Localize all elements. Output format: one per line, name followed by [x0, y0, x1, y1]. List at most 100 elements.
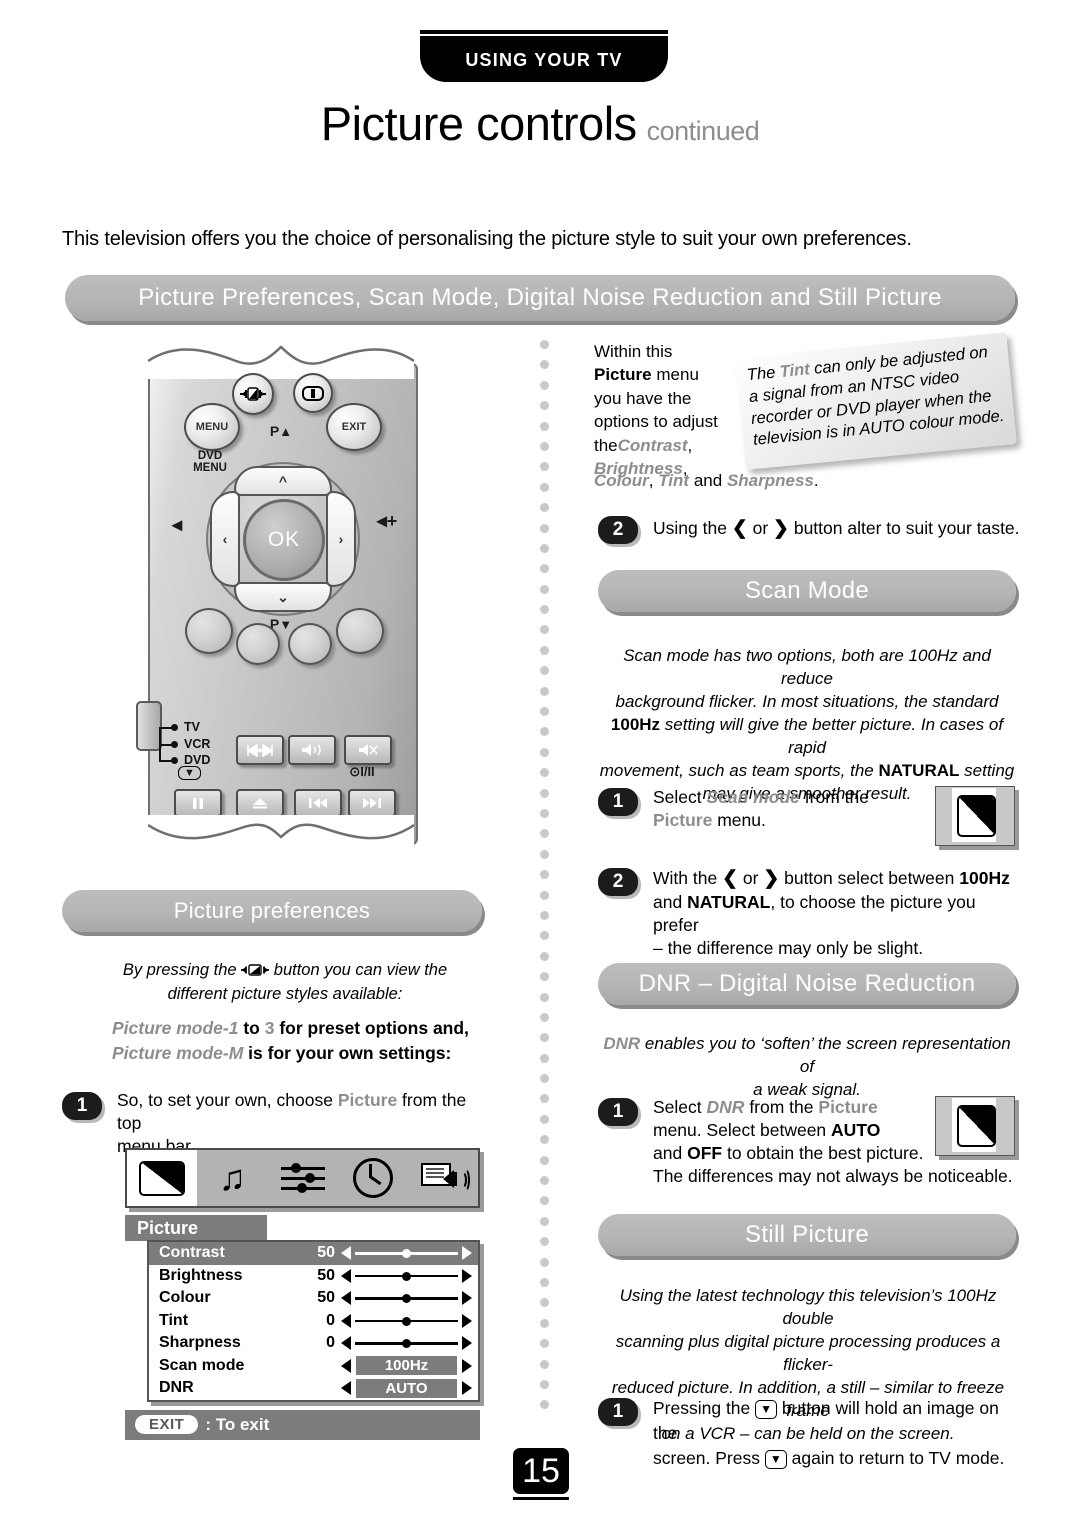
dpad-right[interactable]: ›	[326, 491, 356, 587]
previous-track-button[interactable]	[294, 789, 342, 817]
increase-arrow-icon[interactable]	[462, 1268, 472, 1283]
dpad-up[interactable]: ^	[234, 466, 332, 496]
step-badge-2-top: 2	[598, 516, 638, 544]
osd-row-colour[interactable]: Colour 50	[149, 1287, 478, 1310]
osd-control-tint[interactable]	[335, 1313, 472, 1328]
left-arrow-icon: ❮	[722, 868, 738, 889]
picture-mode-inline-icon	[241, 962, 270, 984]
increase-arrow-icon[interactable]	[462, 1336, 472, 1351]
round-button-3[interactable]	[288, 623, 332, 665]
within-contrast-word: Contrast	[617, 435, 688, 455]
osd-icon-feature[interactable]	[267, 1150, 337, 1206]
osd-exit-button[interactable]: EXIT	[135, 1415, 199, 1434]
osd-control-brightness[interactable]	[335, 1268, 472, 1283]
dnr-step1-fromthe: from the	[749, 1097, 814, 1117]
tint-slider[interactable]	[355, 1314, 458, 1328]
osd-icon-subtitle[interactable]	[408, 1150, 478, 1206]
osd-exit-label: : To exit	[205, 1414, 270, 1434]
scan-step2-and: and	[653, 892, 683, 913]
mode-dot-vcr	[171, 741, 178, 748]
within-picture-menu-text-last: Colour, Tint and Sharpness.	[594, 471, 819, 490]
osd-control-colour[interactable]	[335, 1291, 472, 1306]
osd-label-tint: Tint	[159, 1311, 189, 1329]
next-track-button[interactable]	[348, 789, 396, 817]
osd-icon-clock[interactable]	[338, 1150, 408, 1206]
menu-button-label: MENU	[195, 421, 229, 433]
eject-icon	[253, 798, 267, 809]
dpad-left[interactable]: ‹	[210, 491, 240, 587]
menu-button[interactable]: MENU	[184, 403, 240, 451]
osd-label-contrast: Contrast	[159, 1244, 225, 1262]
dnr-option[interactable]: AUTO	[356, 1378, 457, 1398]
osd-exit-bar: EXIT : To exit	[125, 1409, 480, 1440]
within-sharpness-word: Sharpness	[726, 471, 814, 490]
volume-up-icon: ◂+	[376, 510, 398, 532]
intro-paragraph: This television offers you the choice of…	[62, 228, 912, 250]
scan-step1-picture-word: Picture	[653, 810, 713, 831]
ok-button-label: OK	[267, 528, 301, 551]
tab-rule-top	[420, 30, 668, 34]
mode-line-tv	[159, 727, 161, 745]
mode-dot-tv	[171, 724, 178, 731]
increase-arrow-icon[interactable]	[462, 1381, 472, 1396]
eject-button[interactable]	[236, 789, 284, 817]
osd-label-sharpness: Sharpness	[159, 1334, 241, 1352]
decrease-arrow-icon[interactable]	[341, 1336, 351, 1351]
increase-arrow-icon[interactable]	[462, 1313, 472, 1328]
tint-callout-text: The Tint can only be adjusted on a signa…	[746, 341, 1009, 452]
screen-format-button[interactable]	[293, 373, 333, 413]
program-up-label: P▲	[269, 423, 293, 439]
scan-mode-option[interactable]: 100Hz	[356, 1356, 457, 1376]
decrease-arrow-icon[interactable]	[341, 1358, 351, 1373]
osd-row-tint[interactable]: Tint 0	[149, 1310, 478, 1333]
decrease-arrow-icon[interactable]	[341, 1268, 351, 1283]
exit-button[interactable]: EXIT	[326, 403, 382, 451]
scan-step2-or: or	[742, 868, 759, 888]
osd-row-sharpness[interactable]: Sharpness 0	[149, 1332, 478, 1355]
step-badge-1-still-number: 1	[612, 1401, 624, 1422]
decrease-arrow-icon[interactable]	[341, 1313, 351, 1328]
still-step1-press: screen. Press	[653, 1447, 760, 1468]
picture-mode-button[interactable]	[232, 373, 274, 415]
osd-row-brightness[interactable]: Brightness 50	[149, 1265, 478, 1288]
osd-control-scan-mode[interactable]: 100Hz	[335, 1356, 472, 1376]
osd-row-contrast[interactable]: Contrast 50	[149, 1242, 478, 1265]
play-pause-button[interactable]	[236, 735, 284, 765]
brightness-slider[interactable]	[355, 1269, 458, 1283]
prefs-note-text-b: button you can view the	[273, 961, 448, 979]
increase-arrow-icon[interactable]	[462, 1246, 472, 1261]
decrease-arrow-icon[interactable]	[341, 1291, 351, 1306]
osd-row-dnr[interactable]: DNR AUTO	[149, 1377, 478, 1400]
dnr-step1-and: and	[653, 1143, 683, 1164]
increase-arrow-icon[interactable]	[462, 1291, 472, 1306]
dpad-down[interactable]: ⌄	[234, 582, 332, 612]
round-button-1[interactable]	[185, 608, 233, 654]
osd-icon-sound[interactable]: ♫	[197, 1150, 267, 1206]
colour-slider[interactable]	[355, 1291, 458, 1305]
sharpness-slider[interactable]	[355, 1336, 458, 1350]
decrease-arrow-icon[interactable]	[341, 1246, 351, 1261]
round-button-2[interactable]	[236, 623, 280, 665]
within-tint-word: Tint	[658, 471, 690, 490]
mute-button[interactable]	[344, 735, 392, 765]
tint-callout-note: The Tint can only be adjusted on a signa…	[735, 332, 1017, 470]
sound-effect-button[interactable]	[288, 735, 336, 765]
osd-row-scan-mode[interactable]: Scan mode 100Hz	[149, 1355, 478, 1378]
osd-control-sharpness[interactable]	[335, 1336, 472, 1351]
contrast-slider[interactable]	[355, 1246, 458, 1260]
increase-arrow-icon[interactable]	[462, 1358, 472, 1373]
osd-icon-picture[interactable]	[127, 1150, 198, 1206]
round-button-4[interactable]	[336, 608, 384, 654]
page-title-continued: continued	[646, 116, 760, 146]
osd-control-contrast[interactable]	[335, 1246, 472, 1261]
pause-button[interactable]	[174, 789, 222, 817]
sound-icon	[302, 744, 321, 756]
osd-control-dnr[interactable]: AUTO	[335, 1378, 472, 1398]
dnr-body: DNR enables you to ‘soften’ the screen r…	[596, 1033, 1018, 1102]
still-body-line1: Using the latest technology this televis…	[619, 1286, 997, 1328]
decrease-arrow-icon[interactable]	[341, 1381, 351, 1396]
remote-bottom-wave	[148, 815, 414, 855]
picture-mode-1-label: Picture mode-1	[112, 1018, 239, 1038]
ok-button[interactable]: OK	[243, 499, 325, 581]
osd-label-dnr: DNR	[159, 1379, 194, 1397]
